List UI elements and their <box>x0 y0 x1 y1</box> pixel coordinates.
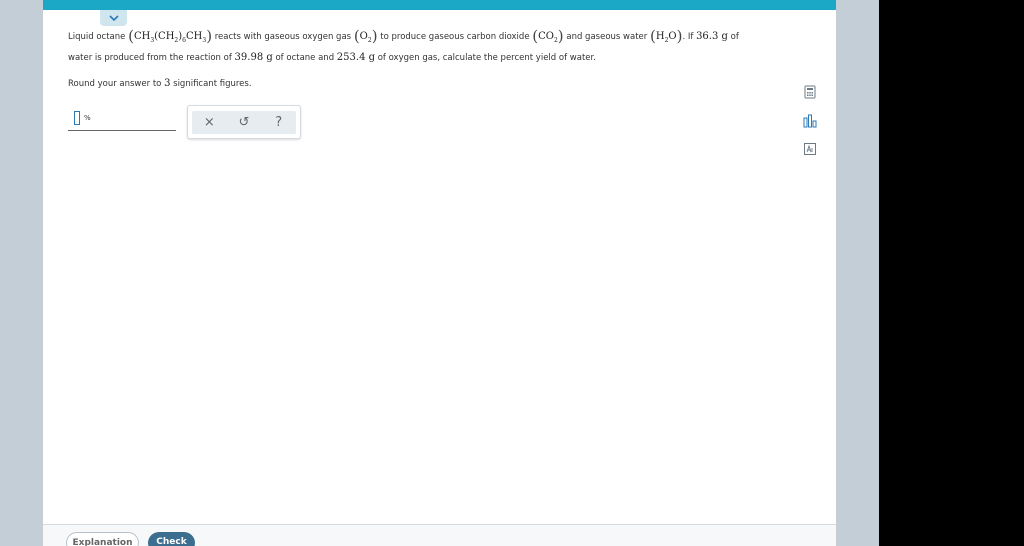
periodic-table-icon <box>804 143 816 155</box>
answer-field[interactable]: % <box>68 105 176 131</box>
explanation-button[interactable]: Explanation <box>66 532 139 546</box>
sig-fig-count: 3 <box>164 78 171 89</box>
top-accent-bar <box>43 0 836 10</box>
bottom-action-bar: Explanation Check <box>43 524 836 546</box>
collapse-button[interactable] <box>100 10 127 26</box>
percent-unit: % <box>84 114 91 122</box>
rounding-instruction: Round your answer to 3 significant figur… <box>68 78 252 89</box>
water-formula: H2O <box>655 31 677 44</box>
question-text: . If <box>682 32 694 42</box>
oxygen-mass: 253.4 g <box>336 52 376 63</box>
periodic-table-button[interactable] <box>802 141 818 157</box>
question-text: water is produced from the reaction of <box>68 53 232 63</box>
bar-chart-icon <box>803 114 817 128</box>
undo-button[interactable]: ↺ <box>232 115 256 130</box>
check-button[interactable]: Check <box>148 532 195 546</box>
black-side-area <box>879 0 1024 546</box>
question-line-1: Liquid octane (CH3(CH2)6CH3) reacts with… <box>68 27 739 45</box>
question-line-2: water is produced from the reaction of 3… <box>68 52 596 63</box>
question-panel: Liquid octane (CH3(CH2)6CH3) reacts with… <box>43 0 836 524</box>
clear-button[interactable]: × <box>197 115 221 130</box>
question-text: of <box>730 32 739 42</box>
answer-toolbox: × ↺ ? <box>187 105 301 139</box>
help-button[interactable]: ? <box>267 115 291 130</box>
octane-formula: CH3(CH2)6CH3 <box>133 31 207 44</box>
octane-mass: 39.98 g <box>234 52 273 63</box>
data-chart-button[interactable] <box>802 113 818 129</box>
question-text: of octane and <box>275 53 335 63</box>
question-text: and gaseous water <box>566 32 648 42</box>
question-text: reacts with gaseous oxygen gas <box>214 32 352 42</box>
calculator-icon <box>804 85 816 99</box>
question-text: to produce gaseous carbon dioxide <box>380 32 530 42</box>
answer-input[interactable] <box>74 111 80 125</box>
oxygen-formula: O2 <box>359 31 372 44</box>
co2-formula: CO2 <box>538 31 558 44</box>
question-text: of oxygen gas, calculate the percent yie… <box>377 53 596 63</box>
chevron-down-icon <box>108 14 119 21</box>
water-mass: 36.3 g <box>696 31 728 42</box>
question-text: Liquid octane <box>68 32 126 42</box>
calculator-button[interactable] <box>802 84 818 100</box>
